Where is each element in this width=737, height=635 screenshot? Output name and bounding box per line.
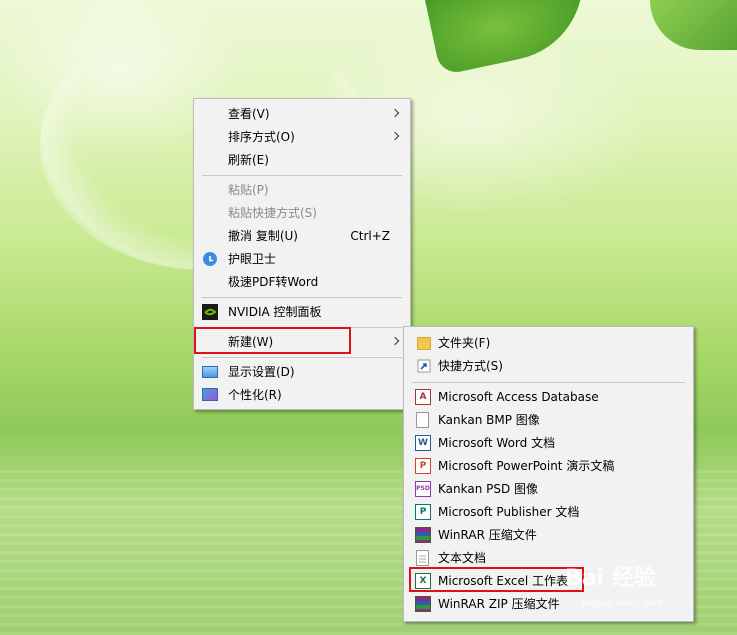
desktop-context-menu: 查看(V) 排序方式(O) 刷新(E) 粘贴(P) 粘贴快捷方式(S) 撤消 复… bbox=[193, 98, 411, 410]
menu-item-view[interactable]: 查看(V) bbox=[194, 103, 410, 125]
menu-item-label: Kankan BMP 图像 bbox=[438, 413, 540, 427]
menu-item-paste-shortcut: 粘贴快捷方式(S) bbox=[194, 202, 410, 224]
highlight-box-excel bbox=[409, 567, 584, 592]
publisher-icon: P bbox=[415, 504, 431, 520]
submenu-item-powerpoint[interactable]: P Microsoft PowerPoint 演示文稿 bbox=[404, 455, 693, 477]
menu-item-eye-guard[interactable]: 护眼卫士 bbox=[194, 248, 410, 270]
submenu-item-bmp[interactable]: Kankan BMP 图像 bbox=[404, 409, 693, 431]
menu-item-label: Microsoft Word 文档 bbox=[438, 436, 556, 450]
menu-item-label: NVIDIA 控制面板 bbox=[228, 305, 322, 319]
folder-icon bbox=[417, 337, 431, 350]
shortcut-icon bbox=[417, 358, 433, 374]
submenu-item-psd[interactable]: PSD Kankan PSD 图像 bbox=[404, 478, 693, 500]
winrar-icon bbox=[415, 527, 431, 543]
leaf-decoration bbox=[422, 0, 598, 76]
baidu-watermark: Bai 经验 bbox=[565, 566, 656, 591]
access-icon: A bbox=[415, 389, 431, 405]
menu-separator bbox=[202, 175, 402, 176]
submenu-item-access[interactable]: A Microsoft Access Database bbox=[404, 386, 693, 408]
menu-item-label: 极速PDF转Word bbox=[228, 275, 319, 289]
menu-item-label: 护眼卫士 bbox=[228, 252, 277, 266]
menu-item-undo-copy[interactable]: 撤消 复制(U) Ctrl+Z bbox=[194, 225, 410, 247]
personalize-icon bbox=[202, 388, 218, 401]
powerpoint-icon: P bbox=[415, 458, 431, 474]
menu-item-label: 文本文档 bbox=[438, 551, 487, 565]
menu-item-label: 刷新(E) bbox=[228, 153, 269, 167]
baidu-watermark-url: jingyan.baidu.com bbox=[582, 598, 663, 609]
menu-item-label: Microsoft Access Database bbox=[438, 390, 599, 404]
menu-item-paste: 粘贴(P) bbox=[194, 179, 410, 201]
menu-item-label: 撤消 复制(U) bbox=[228, 229, 298, 243]
chevron-right-icon bbox=[390, 108, 400, 118]
submenu-item-shortcut[interactable]: 快捷方式(S) bbox=[404, 355, 693, 377]
highlight-box-new bbox=[194, 327, 351, 354]
submenu-item-publisher[interactable]: P Microsoft Publisher 文档 bbox=[404, 501, 693, 523]
menu-item-pdf-to-word[interactable]: 极速PDF转Word bbox=[194, 271, 410, 293]
menu-item-label: 排序方式(O) bbox=[228, 130, 295, 144]
chevron-right-icon bbox=[390, 336, 400, 346]
menu-item-label: WinRAR ZIP 压缩文件 bbox=[438, 597, 560, 611]
menu-item-refresh[interactable]: 刷新(E) bbox=[194, 149, 410, 171]
menu-item-label: 个性化(R) bbox=[228, 388, 282, 402]
psd-icon: PSD bbox=[415, 481, 431, 497]
submenu-item-winrar[interactable]: WinRAR 压缩文件 bbox=[404, 524, 693, 546]
leaf-decoration-right bbox=[650, 0, 737, 50]
menu-separator bbox=[412, 382, 685, 383]
menu-item-label: Microsoft PowerPoint 演示文稿 bbox=[438, 459, 615, 473]
menu-item-sort-by[interactable]: 排序方式(O) bbox=[194, 126, 410, 148]
menu-item-label: 显示设置(D) bbox=[228, 365, 295, 379]
menu-item-personalize[interactable]: 个性化(R) bbox=[194, 384, 410, 406]
menu-separator bbox=[202, 357, 402, 358]
menu-item-label: Microsoft Publisher 文档 bbox=[438, 505, 580, 519]
nvidia-icon bbox=[202, 304, 218, 320]
menu-item-label: Kankan PSD 图像 bbox=[438, 482, 539, 496]
menu-item-label: 粘贴(P) bbox=[228, 183, 269, 197]
menu-item-label: 快捷方式(S) bbox=[438, 359, 503, 373]
chevron-right-icon bbox=[390, 131, 400, 141]
menu-item-label: WinRAR 压缩文件 bbox=[438, 528, 537, 542]
submenu-item-folder[interactable]: 文件夹(F) bbox=[404, 332, 693, 354]
menu-item-label: 查看(V) bbox=[228, 107, 270, 121]
eye-guard-icon bbox=[203, 252, 217, 266]
word-icon: W bbox=[415, 435, 431, 451]
winrar-zip-icon bbox=[415, 596, 431, 612]
menu-item-display-settings[interactable]: 显示设置(D) bbox=[194, 361, 410, 383]
text-doc-icon bbox=[416, 550, 429, 566]
menu-item-nvidia-control-panel[interactable]: NVIDIA 控制面板 bbox=[194, 301, 410, 323]
menu-item-label: 文件夹(F) bbox=[438, 336, 491, 350]
menu-item-label: 粘贴快捷方式(S) bbox=[228, 206, 317, 220]
display-icon bbox=[202, 366, 218, 378]
bmp-icon bbox=[416, 412, 429, 428]
submenu-item-word[interactable]: W Microsoft Word 文档 bbox=[404, 432, 693, 454]
menu-separator bbox=[202, 297, 402, 298]
menu-item-shortcut: Ctrl+Z bbox=[350, 229, 390, 243]
